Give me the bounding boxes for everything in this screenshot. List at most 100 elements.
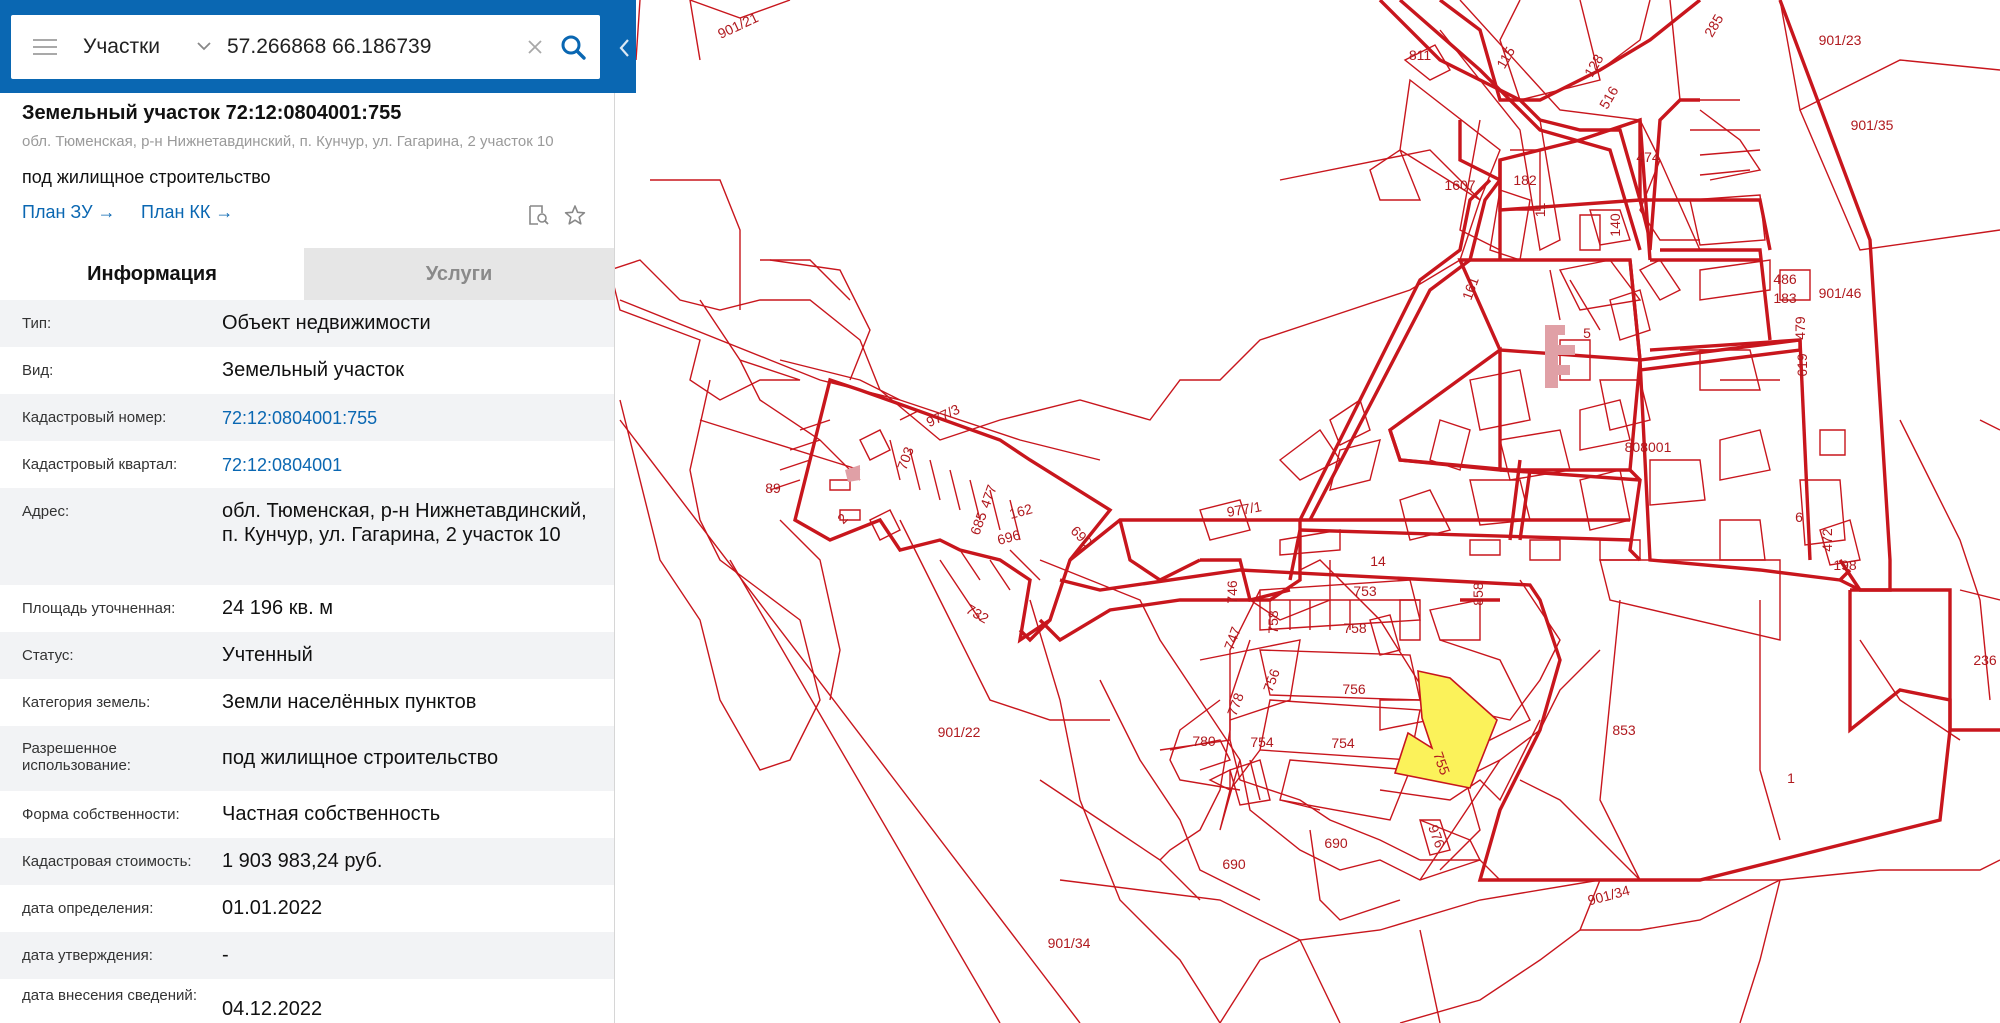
map-label: 474 <box>1636 149 1660 165</box>
info-label: Кадастровый номер: <box>22 409 167 426</box>
info-row-permitted-use: Разрешенное использование: под жилищное … <box>0 726 614 791</box>
info-row-entry-date: дата внесения сведений: 04.12.2022 <box>0 979 614 1023</box>
map-label: 901/23 <box>1819 32 1862 48</box>
cadastral-quarter-link[interactable]: 72:12:0804001 <box>222 453 602 477</box>
info-value: 1 903 983,24 руб. <box>222 850 383 872</box>
collapse-panel-icon[interactable] <box>614 30 636 66</box>
info-label: дата утверждения: <box>22 947 153 964</box>
info-value: 01.01.2022 <box>222 897 323 919</box>
map-label: 14 <box>1370 553 1386 569</box>
info-value: под жилищное строительство <box>222 747 499 769</box>
info-row-cadastral-quarter: Кадастровый квартал: 72:12:0804001 <box>0 441 614 488</box>
map-label: 198 <box>1833 557 1857 573</box>
info-value: Объект недвижимости <box>222 312 431 334</box>
parcel-card: Земельный участок 72:12:0804001:755 обл.… <box>22 102 592 228</box>
cadastral-number-link[interactable]: 72:12:0804001:755 <box>222 406 602 430</box>
info-label: Кадастровый квартал: <box>22 456 178 473</box>
info-value: обл. Тюменская, р-н Нижнетавдинский, п. … <box>222 500 587 546</box>
parcel-usage: под жилищное строительство <box>22 167 271 187</box>
map-label: 479 <box>1792 316 1808 340</box>
info-label: Вид: <box>22 362 54 379</box>
info-value: Земельный участок <box>222 359 405 381</box>
map-label: 486 <box>1773 271 1797 287</box>
map-label: 758 <box>1265 610 1281 634</box>
info-label: Форма собственности: <box>22 806 180 823</box>
tab-info[interactable]: Информация <box>0 248 304 300</box>
info-row-kind: Вид: Земельный участок <box>0 347 614 394</box>
map-label: 901/22 <box>938 724 981 740</box>
info-value: Учтенный <box>222 644 313 666</box>
map-label: 690 <box>1324 835 1348 851</box>
info-panel: Земельный участок 72:12:0804001:755 обл.… <box>0 0 615 1023</box>
info-label: Площадь уточненная: <box>22 600 176 617</box>
map-label: 140 <box>1607 213 1623 237</box>
info-row-land-category: Категория земель: Земли населённых пункт… <box>0 679 614 726</box>
info-row-cadastral-number: Кадастровый номер: 72:12:0804001:755 <box>0 394 614 441</box>
map-label: 853 <box>1612 722 1636 738</box>
search-box: Участки <box>11 15 600 79</box>
search-document-icon[interactable] <box>527 204 549 226</box>
info-row-status: Статус: Учтенный <box>0 632 614 679</box>
arrow-right-icon: → <box>215 202 234 222</box>
map-label: 901/35 <box>1851 117 1894 133</box>
map-label: 754 <box>1250 734 1274 750</box>
panel-tabs: Информация Услуги <box>0 248 614 300</box>
info-label: Адрес: <box>22 503 70 520</box>
info-value: Земли населённых пунктов <box>222 691 477 713</box>
map-label: 901/34 <box>1048 935 1091 951</box>
info-value: Частная собственность <box>222 803 441 825</box>
arrow-right-icon: → <box>97 202 116 222</box>
map-label: 758 <box>1343 620 1367 636</box>
map-label: 182 <box>1513 172 1537 188</box>
search-icon[interactable] <box>559 33 587 61</box>
map-label: 89 <box>765 480 781 496</box>
plan-kk-label: План КК <box>141 202 211 222</box>
chevron-down-icon[interactable] <box>194 15 214 79</box>
parcel-address: обл. Тюменская, р-н Нижнетавдинский, п. … <box>22 133 554 150</box>
info-label: Статус: <box>22 647 74 664</box>
info-table: Тип: Объект недвижимости Вид: Земельный … <box>0 300 614 1023</box>
map-label: 5 <box>1583 325 1591 341</box>
search-bar: Участки <box>0 0 636 93</box>
search-input[interactable] <box>227 29 527 65</box>
map-label: 690 <box>1222 856 1246 872</box>
info-label: Кадастровая стоимость: <box>22 853 192 870</box>
parcel-links: План ЗУ → План КК → <box>22 202 592 228</box>
plan-zu-label: План ЗУ <box>22 202 93 222</box>
info-label: Категория земель: <box>22 694 151 711</box>
map-label: 619 <box>1794 353 1810 377</box>
map-label: 756 <box>1342 681 1366 697</box>
info-row-cadastral-value: Кадастровая стоимость: 1 903 983,24 руб. <box>0 838 614 885</box>
map-label: 858 <box>1470 582 1486 606</box>
map-label: 780 <box>1192 733 1216 749</box>
star-icon[interactable] <box>564 204 586 226</box>
map-label: 472 <box>1819 528 1835 552</box>
info-row-approval-date: дата утверждения: - <box>0 932 614 979</box>
info-row-address: Адрес: обл. Тюменская, р-н Нижнетавдинск… <box>0 488 614 585</box>
info-label: дата определения: <box>22 900 154 917</box>
info-value: - <box>222 944 229 966</box>
info-row-determination-date: дата определения: 01.01.2022 <box>0 885 614 932</box>
tab-services[interactable]: Услуги <box>304 248 614 300</box>
plan-kk-link[interactable]: План КК → <box>141 202 233 223</box>
info-label: Разрешенное использование: <box>22 740 131 774</box>
map-label: 901/46 <box>1819 285 1862 301</box>
plan-zu-link[interactable]: План ЗУ → <box>22 202 116 223</box>
category-select[interactable]: Участки <box>83 15 160 79</box>
info-value: 04.12.2022 <box>222 998 323 1020</box>
map-label: 1 <box>1787 770 1795 786</box>
info-row-area: Площадь уточненная: 24 196 кв. м <box>0 585 614 632</box>
info-value: 24 196 кв. м <box>222 597 333 619</box>
map-label: 754 <box>1331 735 1355 751</box>
map-label: 753 <box>1353 583 1377 599</box>
info-label: Тип: <box>22 315 52 332</box>
map-label: 811 <box>1409 47 1432 63</box>
map-label: 236 <box>1973 652 1997 668</box>
map-label: 808001 <box>1625 439 1672 455</box>
parcel-title: Земельный участок 72:12:0804001:755 <box>22 102 402 124</box>
clear-icon[interactable] <box>523 35 547 59</box>
menu-icon[interactable] <box>33 39 57 57</box>
map-label: 746 <box>1224 580 1240 604</box>
map-label: 183 <box>1773 290 1797 306</box>
map-label: 6 <box>1795 509 1803 525</box>
